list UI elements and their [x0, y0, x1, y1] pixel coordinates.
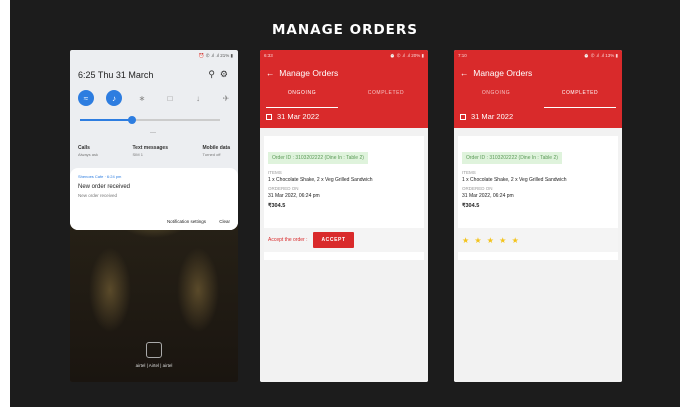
search-icon[interactable]: ⚲ [208, 69, 215, 79]
tab-ongoing[interactable]: ONGOING [454, 90, 538, 104]
calendar-icon [460, 114, 466, 121]
notification-app: Shenoes Cafe · 6:24 pm [78, 174, 122, 179]
date-header: 31 Mar 2022 [460, 112, 513, 121]
order-id-badge: Order ID : 3103202222 (Dine In : Table 2… [268, 152, 368, 164]
time-date: 6:25 Thu 31 March [78, 70, 154, 80]
ordered-on-value: 31 Mar 2022, 06:24 pm [462, 193, 514, 199]
app-bar: 7:10 ⏰ ✆ .ıl .ıl 13% ▮ ← Manage Orders O… [454, 50, 622, 128]
page-title: ← Manage Orders [266, 68, 339, 78]
rotate-icon[interactable]: □ [162, 90, 178, 106]
accept-label: Accept the order : [268, 237, 308, 243]
order-price: ₹304.5 [268, 203, 286, 209]
ordered-on-label: ORDERED ON [462, 186, 493, 191]
order-id-badge: Order ID : 3103202222 (Dine In : Table 2… [462, 152, 562, 164]
slide-title: MANAGE ORDERS [271, 22, 419, 38]
tab-completed[interactable]: COMPLETED [538, 90, 622, 108]
accept-row: Accept the order : ACCEPT [264, 228, 424, 252]
notification-actions: Notification settings Clear [155, 219, 230, 224]
date-header: 31 Mar 2022 [266, 112, 319, 121]
page-title: ← Manage Orders [460, 68, 533, 78]
apps-grid-icon[interactable] [146, 342, 162, 358]
phone-completed-orders: 7:10 ⏰ ✆ .ıl .ıl 13% ▮ ← Manage Orders O… [454, 50, 622, 382]
text-messages-setting[interactable]: Text messages SIM 1 [133, 145, 168, 157]
tab-ongoing[interactable]: ONGOING [260, 90, 344, 108]
quick-settings: ≈ ♪ ∗ □ ↓ ✈ [78, 90, 234, 108]
order-tabs: ONGOING COMPLETED [454, 90, 622, 108]
phone-notification-shade: airtel | Airtel | airtel ⏰ ✆ .ıl .ıl 21%… [70, 50, 238, 382]
page-indicator: — [150, 130, 156, 136]
ordered-on-label: ORDERED ON [268, 186, 299, 191]
gear-icon[interactable]: ⚙ [220, 69, 228, 79]
volume-icon[interactable]: ♪ [106, 90, 122, 106]
accept-button[interactable]: ACCEPT [313, 232, 354, 248]
notification-title: New order received [78, 184, 131, 190]
star-rating[interactable]: ★ ★ ★ ★ ★ [462, 236, 520, 245]
items-label: ITEMS [268, 170, 282, 175]
wifi-icon[interactable]: ≈ [78, 90, 94, 106]
order-notification[interactable]: Shenoes Cafe · 6:24 pm New order receive… [70, 168, 238, 230]
order-price: ₹304.5 [462, 203, 480, 209]
calls-setting[interactable]: Calls Always ask [78, 145, 98, 157]
sim-settings: Calls Always ask Text messages SIM 1 Mobil… [78, 145, 230, 157]
items-value: 1 x Chocolate Shake, 2 x Veg Grilled San… [268, 177, 373, 183]
status-bar: 7:10 ⏰ ✆ .ıl .ıl 13% ▮ [458, 53, 618, 58]
status-bar: ⏰ ✆ .ıl .ıl 21% ▮ [198, 53, 233, 58]
bluetooth-icon[interactable]: ∗ [134, 90, 150, 106]
flashlight-icon[interactable]: ↓ [190, 90, 206, 106]
clear-button[interactable]: Clear [219, 219, 230, 224]
items-label: ITEMS [462, 170, 476, 175]
back-arrow-icon[interactable]: ← [266, 68, 275, 78]
notification-body: New order received [78, 193, 118, 198]
mobile-data-setting[interactable]: Mobile data Turned off [202, 145, 230, 157]
tab-completed[interactable]: COMPLETED [344, 90, 428, 104]
status-bar: 6:33 ⏰ ✆ .ıl .ıl 20% ▮ [264, 53, 424, 58]
carrier-label: airtel | Airtel | airtel [135, 363, 173, 368]
rating-row: ★ ★ ★ ★ ★ [458, 228, 618, 252]
brightness-handle[interactable] [128, 116, 136, 124]
back-arrow-icon[interactable]: ← [460, 68, 469, 78]
slide: MANAGE ORDERS airtel | Airtel | airtel ⏰… [10, 0, 680, 407]
shade-actions: ⚲ ⚙ [208, 69, 228, 80]
notification-settings-button[interactable]: Notification settings [167, 219, 206, 224]
airplane-icon[interactable]: ✈ [218, 90, 234, 106]
calendar-icon [266, 114, 272, 121]
brightness-slider[interactable] [80, 116, 220, 124]
phone-ongoing-orders: 6:33 ⏰ ✆ .ıl .ıl 20% ▮ ← Manage Orders O… [260, 50, 428, 382]
app-bar: 6:33 ⏰ ✆ .ıl .ıl 20% ▮ ← Manage Orders O… [260, 50, 428, 128]
items-value: 1 x Chocolate Shake, 2 x Veg Grilled San… [462, 177, 567, 183]
order-tabs: ONGOING COMPLETED [260, 90, 428, 108]
ordered-on-value: 31 Mar 2022, 06:24 pm [268, 193, 320, 199]
